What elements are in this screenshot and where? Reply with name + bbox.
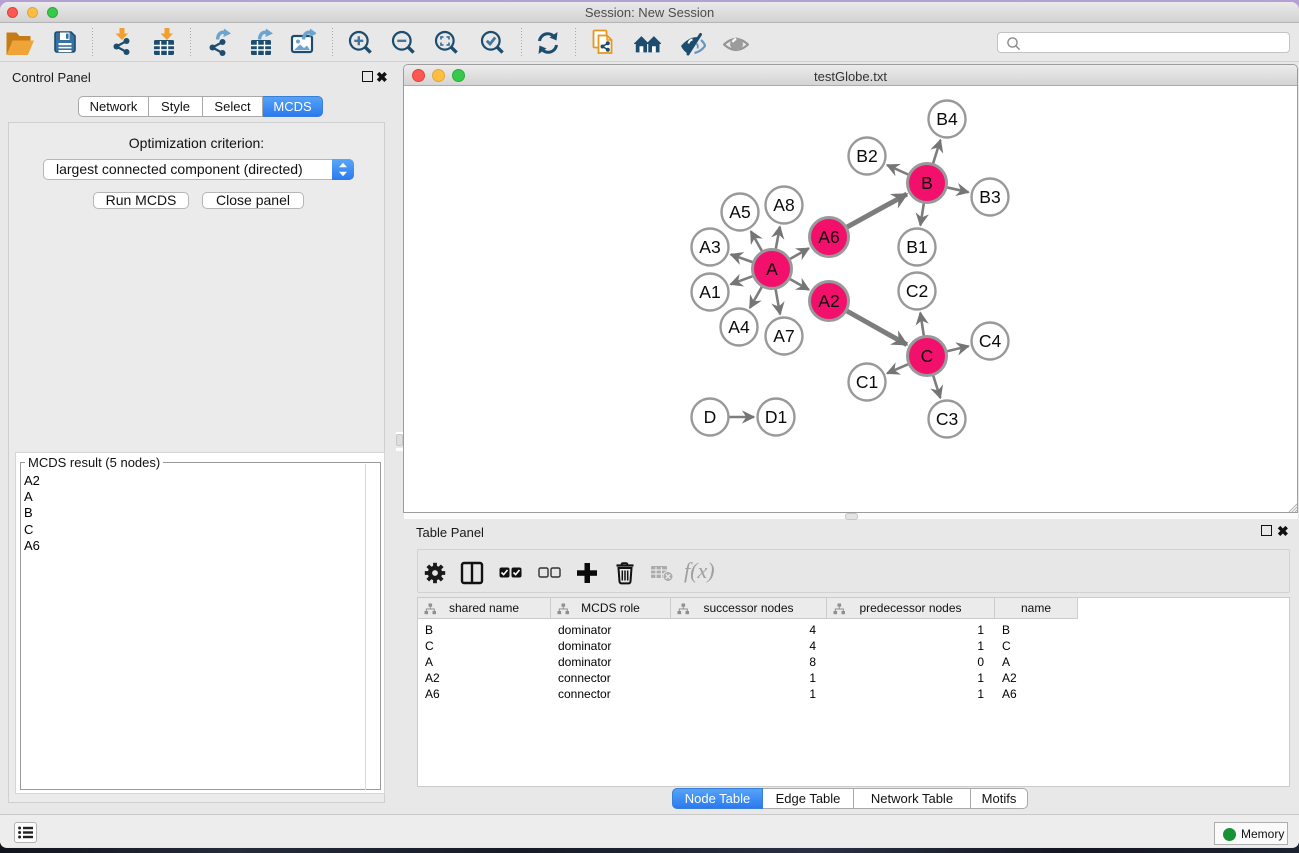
svg-text:A: A [766,259,778,279]
svg-text:C4: C4 [979,331,1002,351]
svg-text:D1: D1 [765,407,787,427]
svg-text:C: C [921,346,934,366]
svg-text:A7: A7 [773,326,794,346]
svg-text:A1: A1 [699,282,720,302]
svg-text:A6: A6 [818,227,839,247]
svg-text:C2: C2 [906,281,928,301]
svg-text:B2: B2 [856,146,877,166]
svg-text:C1: C1 [856,372,878,392]
svg-text:B3: B3 [979,187,1000,207]
svg-text:C3: C3 [936,409,958,429]
svg-text:D: D [704,407,717,427]
svg-text:A8: A8 [773,195,794,215]
svg-text:B1: B1 [906,237,927,257]
svg-text:A2: A2 [818,291,839,311]
svg-text:A5: A5 [729,202,750,222]
svg-text:A4: A4 [728,317,750,337]
svg-text:B: B [921,173,933,193]
svg-text:A3: A3 [699,237,720,257]
svg-text:B4: B4 [936,109,958,129]
